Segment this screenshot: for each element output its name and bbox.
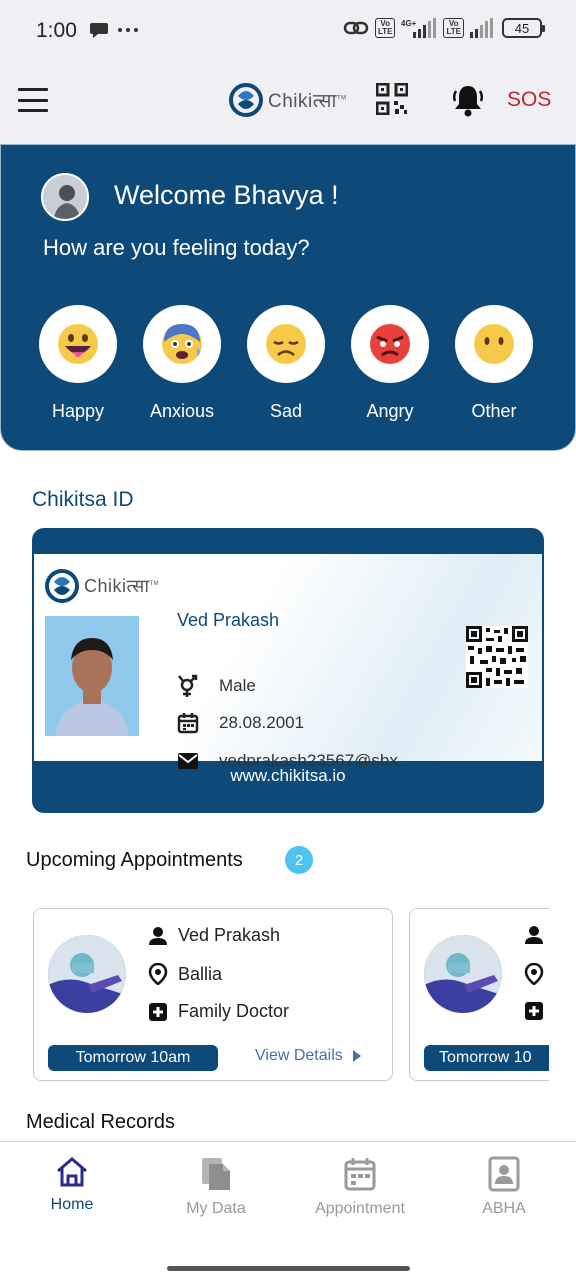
document-icon xyxy=(202,1158,230,1190)
id-card-logo: Chikiत्साTM xyxy=(44,568,159,604)
id-gender: Male xyxy=(219,676,256,695)
appointment-name: Ved Prakash xyxy=(178,925,281,945)
appointments-count-badge: 2 xyxy=(285,846,313,874)
signal-4g-icon: 4G+ xyxy=(401,18,437,38)
appointment-card[interactable]: Ved Prakash Ballia Family Doctor Tomorro… xyxy=(33,908,393,1081)
volte-icon: Vo LTE xyxy=(374,18,396,38)
id-card-website[interactable]: www.chikitsa.io xyxy=(32,766,544,786)
mood-happy[interactable]: Happy xyxy=(39,305,117,422)
chikitsa-logo-icon xyxy=(229,83,263,117)
appointment-location: Ballia xyxy=(178,963,223,984)
appointment-location-row xyxy=(524,963,544,985)
mood-selector: Happy Anxious Sad Angry Other xyxy=(39,305,533,422)
brand-logo: Chikiत्साTM xyxy=(228,82,347,118)
id-gender-row: Male xyxy=(177,674,256,698)
gender-icon xyxy=(178,674,198,697)
battery-icon: 45 xyxy=(502,18,545,38)
neutral-emoji-icon[interactable] xyxy=(455,305,533,383)
profile-photo xyxy=(45,616,139,736)
home-icon xyxy=(57,1157,87,1187)
mood-other[interactable]: Other xyxy=(455,305,533,422)
appointment-specialty: Family Doctor xyxy=(178,1001,290,1021)
appointment-specialty-row xyxy=(524,1001,544,1021)
brand-name: Chikiत्साTM xyxy=(268,91,347,112)
medical-cross-icon xyxy=(149,1002,167,1021)
nav-home[interactable]: Home xyxy=(0,1156,144,1214)
app-header: Chikiत्साTM SOS xyxy=(0,62,576,144)
id-badge-icon xyxy=(488,1156,520,1192)
nav-abha[interactable]: ABHA xyxy=(432,1156,576,1218)
id-dob: 28.08.2001 xyxy=(219,713,305,732)
feeling-question: How are you feeling today? xyxy=(43,235,310,260)
chat-icon xyxy=(90,23,108,38)
doctor-image xyxy=(424,935,502,1013)
menu-icon[interactable] xyxy=(18,88,48,112)
appointment-name-row xyxy=(524,925,544,945)
nav-appointment[interactable]: Appointment xyxy=(288,1156,432,1218)
mood-label: Angry xyxy=(366,401,414,421)
status-time: 1:00 xyxy=(36,19,77,42)
anxious-emoji-icon[interactable] xyxy=(143,305,221,383)
bottom-navigation: Home My Data Appointment ABHA xyxy=(0,1141,576,1280)
appointment-time-badge: Tomorrow 10am xyxy=(48,1045,218,1071)
calendar-icon xyxy=(177,713,199,734)
person-icon xyxy=(525,926,543,944)
mood-sad[interactable]: Sad xyxy=(247,305,325,422)
mood-anxious[interactable]: Anxious xyxy=(143,305,221,422)
location-pin-icon xyxy=(524,963,544,985)
view-details-label[interactable]: View Details xyxy=(255,1047,343,1065)
angry-emoji-icon[interactable] xyxy=(351,305,429,383)
nav-label: Appointment xyxy=(315,1200,405,1217)
appointment-time-badge: Tomorrow 10 xyxy=(424,1045,549,1071)
mood-label: Sad xyxy=(269,401,303,421)
qr-code-icon xyxy=(466,626,528,688)
appointment-specialty-row: Family Doctor xyxy=(148,1001,289,1022)
id-name: Ved Prakash xyxy=(177,610,280,630)
system-icons: Vo LTE 4G+ Vo LTE 45 xyxy=(343,18,545,38)
nav-label: ABHA xyxy=(482,1200,526,1217)
mood-label: Other xyxy=(471,401,517,421)
location-pin-icon xyxy=(148,963,168,985)
chikitsa-id-title: Chikitsa ID xyxy=(32,488,134,511)
nav-label: My Data xyxy=(186,1200,246,1217)
mood-label: Happy xyxy=(51,401,105,421)
status-bar: 1:00 Vo LTE 4G+ Vo LTE 45 xyxy=(0,0,576,62)
nav-my-data[interactable]: My Data xyxy=(144,1156,288,1218)
id-card-body: Chikiत्साTM Ved Prakash Male 28.08.2001 … xyxy=(34,554,542,770)
more-dots-icon xyxy=(118,28,138,32)
person-icon xyxy=(149,926,167,945)
appointment-location-row: Ballia xyxy=(148,963,222,985)
medical-cross-icon xyxy=(525,1002,543,1020)
chikitsa-id-card[interactable]: Chikiत्साTM Ved Prakash Male 28.08.2001 … xyxy=(32,528,544,813)
volte-icon-2: Vo LTE xyxy=(443,18,464,38)
medical-records-title: Medical Records xyxy=(26,1111,175,1133)
view-details-link[interactable]: View Details xyxy=(255,1047,361,1065)
gesture-home-bar[interactable] xyxy=(167,1266,410,1271)
id-dob-row: 28.08.2001 xyxy=(177,712,304,734)
notification-icons xyxy=(89,20,139,40)
welcome-panel: Welcome Bhavya ! How are you feeling tod… xyxy=(0,144,576,451)
nav-label: Home xyxy=(50,1196,94,1213)
calendar-icon xyxy=(344,1158,376,1191)
qr-code-icon[interactable] xyxy=(376,83,408,115)
mood-angry[interactable]: Angry xyxy=(351,305,429,422)
notification-bell-icon[interactable] xyxy=(452,83,484,117)
mood-label: Anxious xyxy=(149,401,215,421)
appointments-title: Upcoming Appointments xyxy=(26,849,243,871)
doctor-image xyxy=(48,935,126,1013)
sos-button[interactable]: SOS xyxy=(507,88,551,112)
svg-text:4G+: 4G+ xyxy=(401,19,417,28)
chikitsa-logo-icon xyxy=(45,569,79,603)
user-avatar[interactable] xyxy=(41,173,89,221)
signal-icon xyxy=(470,18,493,38)
link-icon xyxy=(343,21,369,35)
happy-emoji-icon[interactable] xyxy=(39,305,117,383)
welcome-title: Welcome Bhavya ! xyxy=(114,180,339,210)
play-arrow-icon xyxy=(352,1050,361,1062)
appointment-card-partial[interactable]: Tomorrow 10 xyxy=(409,908,549,1081)
sad-emoji-icon[interactable] xyxy=(247,305,325,383)
appointment-name-row: Ved Prakash xyxy=(148,925,280,946)
